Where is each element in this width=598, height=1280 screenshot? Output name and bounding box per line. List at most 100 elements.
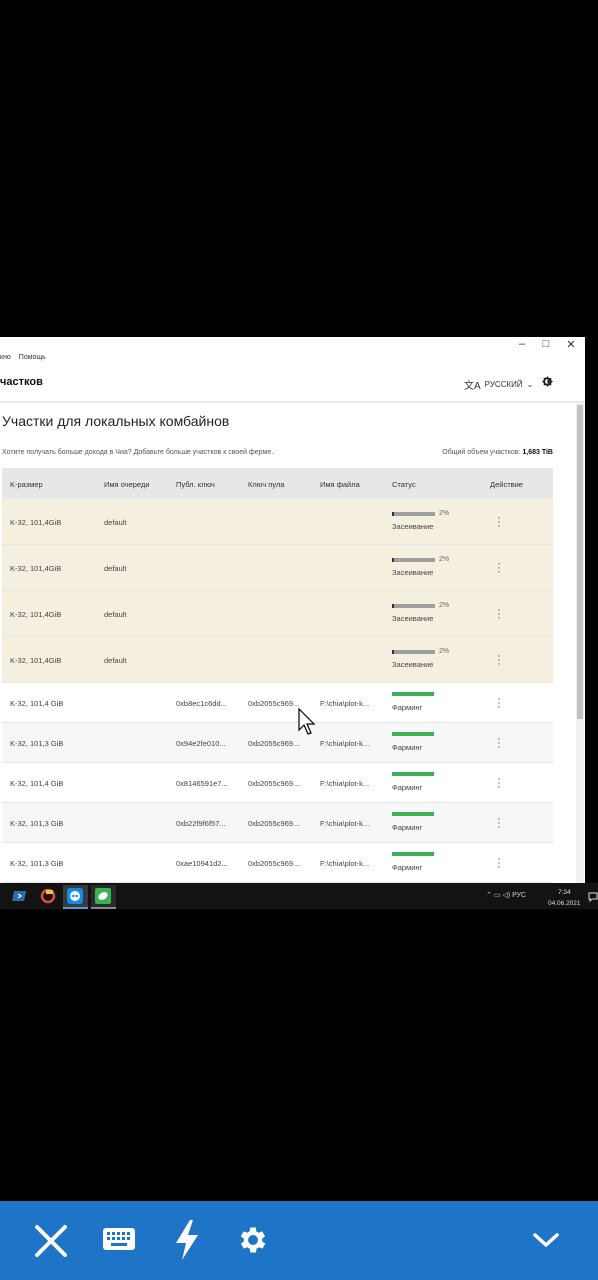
status-bar xyxy=(392,812,434,816)
lightning-icon[interactable] xyxy=(172,1219,202,1261)
info-text: Хотите получать больше дохода в Чиа? Доб… xyxy=(2,449,274,456)
maximize-button[interactable]: □ xyxy=(539,338,553,350)
more-actions-icon[interactable]: · · · xyxy=(496,814,502,833)
gear-icon[interactable] xyxy=(236,1223,270,1257)
progress-bar xyxy=(392,650,435,654)
clock-time: 7:34 xyxy=(557,889,571,896)
poolkey-cell: 0xb2055c969... xyxy=(248,739,300,748)
queue-cell: default xyxy=(104,518,127,527)
poolkey-cell: 0xb2055c969... xyxy=(248,699,300,708)
chia-leaf-icon xyxy=(95,888,111,904)
filename-cell: F:\chia\plot-k... xyxy=(320,739,370,748)
k-size-cell: K-32, 101,4GiB xyxy=(10,656,62,665)
chevron-up-icon[interactable]: ⌃ xyxy=(486,892,492,899)
status-cell: Фарминг xyxy=(392,743,423,752)
filename-cell: F:\chia\plot-k... xyxy=(320,779,370,788)
more-actions-icon[interactable]: · · · xyxy=(496,513,502,532)
volume-icon[interactable]: ◁) xyxy=(502,892,510,899)
table-header: K-размер Имя очереди Публ. ключ Ключ пул… xyxy=(2,468,553,499)
more-actions-icon[interactable]: · · · xyxy=(496,774,502,793)
progress-bar xyxy=(392,512,435,516)
k-size-cell: K-32, 101,3 GiB xyxy=(10,859,64,868)
more-actions-icon[interactable]: · · · xyxy=(496,694,502,713)
table-row: K-32, 101,4GiB default 2% Засеивание · · · xyxy=(2,499,553,545)
menu-item-help[interactable]: Помощь xyxy=(19,354,46,361)
plots-table: K-размер Имя очереди Публ. ключ Ключ пул… xyxy=(2,468,553,883)
status-cell: Фарминг xyxy=(392,703,423,712)
language-selector[interactable]: 文A РУССКИЙ ⌄ xyxy=(464,377,533,392)
pubkey-cell: 0xae10941d2... xyxy=(176,859,228,868)
taskbar-item-active[interactable] xyxy=(63,885,88,909)
minimize-button[interactable]: – xyxy=(515,338,529,350)
chevron-down-icon[interactable] xyxy=(532,1231,560,1249)
scrollbar-thumb[interactable] xyxy=(577,405,583,719)
mouse-cursor-icon xyxy=(298,708,316,735)
pubkey-cell: 0x8146591e7... xyxy=(176,779,228,788)
app-icon[interactable] xyxy=(39,887,57,905)
filename-cell: F:\chia\plot-k... xyxy=(320,699,370,708)
more-actions-icon[interactable]: · · · xyxy=(496,854,502,873)
status-cell: Фарминг xyxy=(392,823,423,832)
language-label: РУССКИЙ xyxy=(484,380,523,389)
input-language[interactable]: РУС xyxy=(512,892,526,899)
more-actions-icon[interactable]: · · · xyxy=(496,605,502,624)
status-cell: Засеивание xyxy=(392,568,434,577)
keyboard-icon[interactable] xyxy=(102,1225,136,1255)
clock-date: 04.06.2021 xyxy=(548,900,581,907)
total-size-value: 1,683 TiB xyxy=(522,449,553,456)
table-row: K-32, 101,4GiB default 2% Засеивание · · · xyxy=(2,637,553,683)
k-size-cell: K-32, 101,4GiB xyxy=(10,518,62,527)
k-size-cell: K-32, 101,4 GiB xyxy=(10,779,64,788)
more-actions-icon[interactable]: · · · xyxy=(496,559,502,578)
more-actions-icon[interactable]: · · · xyxy=(496,734,502,753)
progress-bar xyxy=(392,604,435,608)
close-window-button[interactable]: ✕ xyxy=(564,338,578,351)
filename-cell: F:\chia\plot-k... xyxy=(320,819,370,828)
poolkey-cell: 0xb2055c969... xyxy=(248,819,300,828)
theme-toggle-icon[interactable] xyxy=(541,375,554,388)
pubkey-cell: 0xb22f9f6f57... xyxy=(176,819,226,828)
menu-item-window[interactable]: кно xyxy=(0,354,11,361)
header-filename: Имя файла xyxy=(320,480,360,489)
app-title: частков xyxy=(0,376,43,388)
header-pubkey: Публ. ключ xyxy=(176,480,215,489)
table-row: K-32, 101,4GiB default 2% Засеивание · · · xyxy=(2,591,553,637)
status-cell: Фарминг xyxy=(392,863,423,872)
queue-cell: default xyxy=(104,564,127,573)
taskbar-clock[interactable]: 7:34 04.06.2021 xyxy=(548,887,581,909)
total-size: Общий объем участков: 1,683 TiB xyxy=(442,449,553,456)
notification-icon[interactable] xyxy=(588,892,598,902)
k-size-cell: K-32, 101,4GiB xyxy=(10,564,62,573)
queue-cell: default xyxy=(104,610,127,619)
poolkey-cell: 0xb2055c969... xyxy=(248,779,300,788)
chevron-down-icon: ⌄ xyxy=(526,380,534,389)
total-size-label: Общий объем участков: xyxy=(442,449,521,456)
table-row: K-32, 101,4 GiB 0xb8ec1c6dd... 0xb2055c9… xyxy=(2,683,553,723)
close-icon[interactable] xyxy=(33,1223,69,1259)
system-tray: ⌃ ▭ ◁) РУС xyxy=(486,891,526,899)
pubkey-cell: 0x94e2fe010... xyxy=(176,739,226,748)
filename-cell: F:\chia\plot-k... xyxy=(320,859,370,868)
header-k-size: K-размер xyxy=(10,480,43,489)
powershell-icon[interactable] xyxy=(12,887,30,905)
header-status: Статус xyxy=(392,480,416,489)
app-bar: частков 文A РУССКИЙ ⌄ xyxy=(0,367,585,402)
taskbar-item-chia[interactable] xyxy=(91,885,116,909)
vertical-scrollbar[interactable] xyxy=(576,403,584,883)
progress-percent: 2% xyxy=(439,510,450,517)
poolkey-cell: 0xb2055c969... xyxy=(248,859,300,868)
more-actions-icon[interactable]: · · · xyxy=(496,651,502,670)
table-row: K-32, 101,4GiB default 2% Засеивание · · · xyxy=(2,545,553,591)
progress-percent: 2% xyxy=(439,602,450,609)
table-row: K-32, 101,3 GiB 0xb22f9f6f57... 0xb2055c… xyxy=(2,803,553,843)
progress-bar xyxy=(392,558,435,562)
teamviewer-icon xyxy=(67,888,83,904)
header-action: Действие xyxy=(490,480,523,489)
queue-cell: default xyxy=(104,656,127,665)
network-icon[interactable]: ▭ xyxy=(494,892,501,899)
window-titlebar: – □ ✕ xyxy=(0,337,585,353)
remote-desktop-window: – □ ✕ кно Помощь частков 文A РУССКИЙ ⌄ Уч… xyxy=(0,337,585,883)
progress-percent: 2% xyxy=(439,648,450,655)
table-row: K-32, 101,3 GiB 0xae10941d2... 0xb2055c9… xyxy=(2,843,553,883)
status-cell: Засеивание xyxy=(392,614,434,623)
